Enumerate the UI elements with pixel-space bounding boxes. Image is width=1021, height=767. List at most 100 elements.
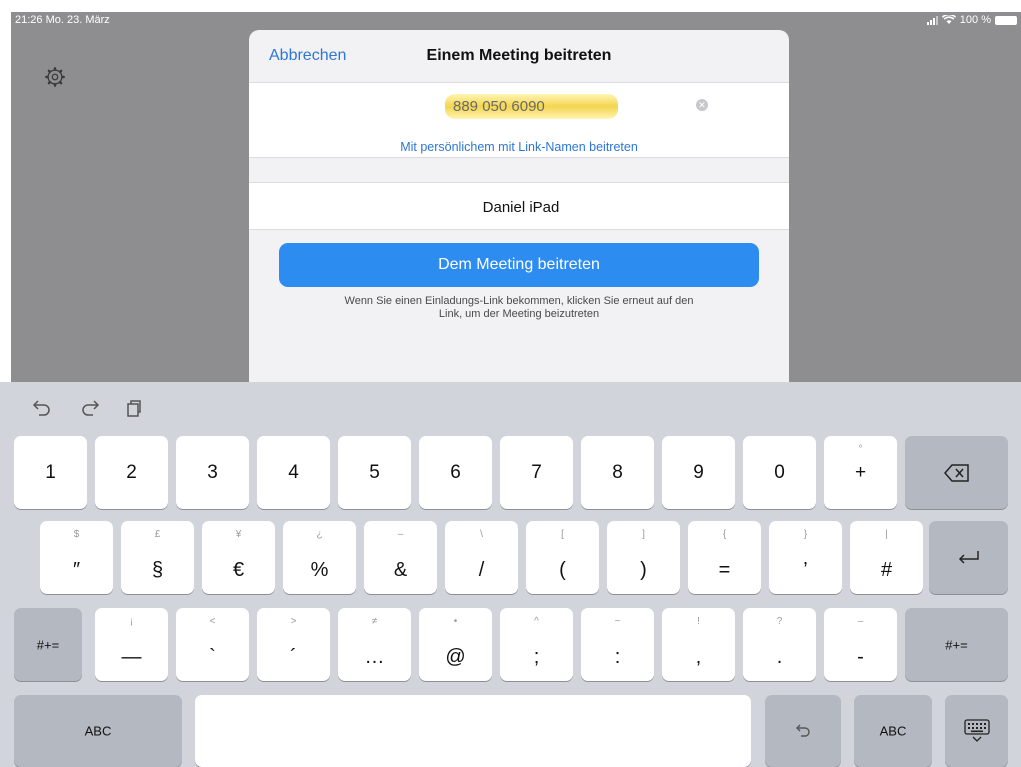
key-symbol[interactable]: > ´ — [257, 608, 330, 681]
key-label: ; — [533, 646, 540, 668]
key-label: = — [718, 559, 731, 581]
symbols-key-left[interactable]: #+= — [14, 608, 82, 681]
cellular-signal-icon — [926, 15, 938, 25]
key-alt-label: ¿ — [316, 529, 323, 540]
key-7[interactable]: 8 — [581, 436, 654, 509]
key-symbol[interactable]: ! ‚ — [662, 608, 735, 681]
undo-key[interactable] — [765, 695, 841, 767]
onscreen-keyboard: 1 2 3 4 5 6 7 8 9 0 ° + $ ″ £ § ¥ € ¿% – & \ /[(]){=}’ | # #+= ¡ — <… — [0, 382, 1021, 767]
key-alt-label: ! — [697, 616, 700, 627]
key-alt-label: < — [209, 616, 216, 627]
key-symbol[interactable]: < ` — [176, 608, 249, 681]
key-alt-label: £ — [154, 529, 161, 540]
key-8[interactable]: 9 — [662, 436, 735, 509]
key-0[interactable]: 1 — [14, 436, 87, 509]
symbols-key-right[interactable]: #+= — [905, 608, 1008, 681]
return-key[interactable] — [929, 521, 1008, 594]
key-symbol[interactable]: • @ — [419, 608, 492, 681]
meeting-id-input[interactable] — [445, 94, 618, 119]
key-label: ABC — [84, 723, 112, 739]
key-label: / — [478, 559, 485, 581]
undo-icon[interactable] — [30, 396, 54, 420]
key-label: 4 — [288, 461, 299, 483]
hide-keyboard-key[interactable] — [945, 695, 1008, 767]
key-4[interactable]: 5 — [338, 436, 411, 509]
key-symbol[interactable]: ]) — [607, 521, 680, 594]
key-label: ) — [640, 559, 647, 581]
space-key[interactable] — [195, 695, 751, 767]
key-label: 2 — [126, 461, 137, 483]
key-6[interactable]: 7 — [500, 436, 573, 509]
key-label: #+= — [36, 637, 60, 652]
dialog-header: Abbrechen Einem Meeting beitreten — [249, 30, 789, 82]
key-label: - — [857, 646, 864, 668]
abc-key-right[interactable]: ABC — [854, 695, 932, 767]
join-meeting-button[interactable]: Dem Meeting beitreten — [279, 243, 759, 287]
key-symbol[interactable]: ^; — [500, 608, 573, 681]
display-name-input[interactable] — [249, 183, 789, 231]
key-alt-label: > — [290, 616, 297, 627]
key-symbol[interactable]: | # — [850, 521, 923, 594]
clear-input-icon[interactable]: ✕ — [696, 99, 708, 111]
redo-icon[interactable] — [78, 396, 102, 420]
join-hint-text: Wenn Sie einen Einladungs-Link bekommen,… — [344, 295, 694, 320]
key-label: . — [776, 646, 783, 668]
key-label: # — [880, 559, 893, 581]
key-symbol[interactable]: – & — [364, 521, 437, 594]
key-symbol[interactable]: £ § — [121, 521, 194, 594]
wifi-icon — [941, 15, 956, 24]
cropped-caption — [0, 0, 1021, 12]
status-bar: 21:26 Mo. 23. März 100 % — [13, 14, 1019, 28]
key-symbol[interactable]: [( — [526, 521, 599, 594]
key-alt-label: ¡ — [129, 616, 134, 627]
personal-link-join-button[interactable]: Mit persönlichem mit Link-Namen beitrete… — [249, 140, 789, 154]
key-symbol[interactable]: $ ″ — [40, 521, 113, 594]
keyboard-dismiss-icon — [963, 719, 990, 742]
key-alt-label: ≠ — [371, 616, 378, 627]
key-alt-label: ? — [776, 616, 783, 627]
key-symbol[interactable]: ¡ — — [95, 608, 168, 681]
abc-key-left[interactable]: ABC — [14, 695, 182, 767]
key-alt-label: [ — [561, 529, 564, 540]
battery-percent: 100 % — [959, 14, 991, 26]
key-alt-label: ¥ — [235, 529, 242, 540]
backspace-key[interactable] — [905, 436, 1008, 509]
key-label: : — [614, 646, 621, 668]
key-9[interactable]: 0 — [743, 436, 816, 509]
key-1[interactable]: 2 — [95, 436, 168, 509]
key-symbol[interactable]: {= — [688, 521, 761, 594]
key-label: 9 — [693, 461, 704, 483]
key-symbol[interactable]: ¥ € — [202, 521, 275, 594]
key-symbol[interactable]: ?. — [743, 608, 816, 681]
key-label: § — [151, 559, 164, 581]
key-symbol[interactable]: ~: — [581, 608, 654, 681]
key-symbol[interactable]: \ / — [445, 521, 518, 594]
join-meeting-dialog: Abbrechen Einem Meeting beitreten ✕ Mit … — [249, 30, 789, 382]
key-10[interactable]: ° + — [824, 436, 897, 509]
battery-icon — [995, 15, 1017, 25]
key-alt-label: ] — [642, 529, 645, 540]
key-symbol[interactable]: – - — [824, 608, 897, 681]
key-label: 3 — [207, 461, 218, 483]
paste-icon[interactable] — [122, 396, 146, 420]
backspace-icon — [943, 463, 969, 482]
key-3[interactable]: 4 — [257, 436, 330, 509]
key-label: + — [854, 461, 867, 483]
key-label: 0 — [774, 461, 785, 483]
key-label: ‚ — [696, 646, 701, 668]
key-symbol[interactable]: ¿% — [283, 521, 356, 594]
key-5[interactable]: 6 — [419, 436, 492, 509]
gear-icon[interactable] — [44, 66, 66, 88]
key-label: — — [121, 646, 142, 668]
return-icon — [958, 550, 979, 564]
key-label: 5 — [369, 461, 380, 483]
key-symbol[interactable]: ≠… — [338, 608, 411, 681]
status-time-date: 21:26 Mo. 23. März — [15, 14, 110, 26]
key-2[interactable]: 3 — [176, 436, 249, 509]
key-symbol[interactable]: }’ — [769, 521, 842, 594]
key-alt-label: ° — [858, 444, 863, 455]
key-alt-label: | — [885, 529, 888, 540]
key-alt-label: } — [803, 529, 808, 540]
key-label: @ — [445, 646, 466, 668]
key-alt-label: – — [397, 529, 404, 540]
